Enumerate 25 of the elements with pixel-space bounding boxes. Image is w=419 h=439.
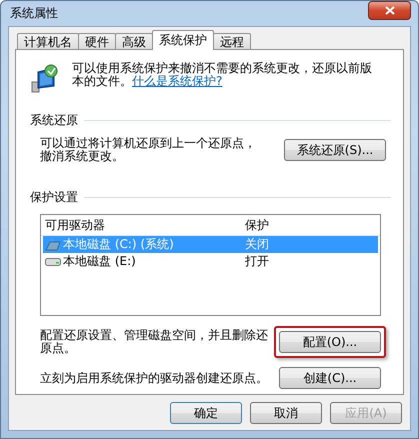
- drive-row[interactable]: 本地磁盘 (E:) 打开: [43, 253, 378, 270]
- window-title: 系统属性: [10, 5, 58, 22]
- section-heading: 保护设置: [30, 189, 78, 206]
- tab[interactable]: 高级: [115, 33, 153, 50]
- drive-name: 本地磁盘 (E:): [63, 253, 136, 270]
- tab[interactable]: 远程: [213, 33, 251, 50]
- action-description: 立刻为启用系统保护的驱动器创建还原点。: [40, 372, 269, 384]
- help-link[interactable]: 什么是系统保护?: [132, 74, 222, 88]
- protection-status: 关闭: [245, 236, 269, 253]
- column-header[interactable]: 可用驱动器: [41, 216, 241, 234]
- dialog-button[interactable]: 取消: [250, 402, 322, 424]
- action-button[interactable]: 创建(C)...: [279, 367, 381, 389]
- section-heading: 系统还原: [30, 112, 78, 129]
- restore-description: 可以通过将计算机还原到上一个还原点，撤消系统更改。: [40, 137, 257, 163]
- tab[interactable]: 系统保护: [152, 30, 214, 50]
- drive-name: 本地磁盘 (C:) (系统): [63, 236, 174, 253]
- dialog-button[interactable]: 确定: [170, 402, 242, 424]
- protection-status: 打开: [245, 253, 269, 270]
- action-button[interactable]: 配置(O)...: [279, 331, 381, 353]
- action-description: 配置还原设置、管理磁盘空间，并且删除还原点。: [40, 329, 269, 355]
- intro-text: 可以使用系统保护来撤消不需要的系统更改，还原以前版本的文件。什么是系统保护?: [72, 62, 373, 88]
- tab[interactable]: 硬件: [78, 33, 116, 50]
- tab[interactable]: 计算机名: [17, 33, 79, 50]
- system-restore-button[interactable]: 系统还原(S)...: [284, 139, 386, 161]
- column-header[interactable]: 保护: [241, 216, 380, 234]
